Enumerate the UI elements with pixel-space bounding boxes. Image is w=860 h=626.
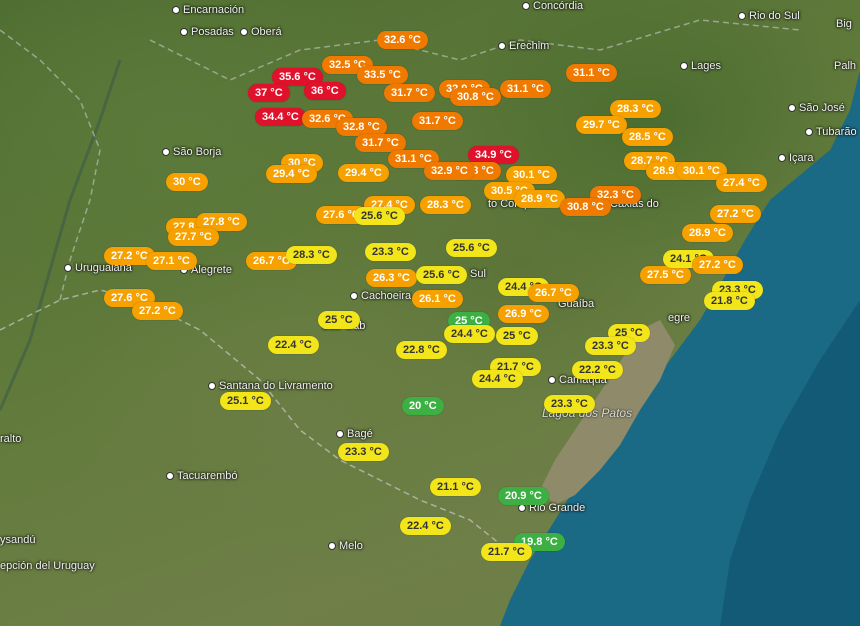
place-label: Concórdia [522,0,583,12]
temperature-marker[interactable]: 26.3 °C [366,269,417,287]
place-label: Içara [778,152,813,164]
place-label: Melo [328,540,363,552]
temperature-marker[interactable]: 30.8 °C [450,88,501,106]
temperature-marker[interactable]: 27.2 °C [132,302,183,320]
place-label: Santana do Livramento [208,380,333,392]
temperature-marker[interactable]: 23.3 °C [585,337,636,355]
temperature-marker[interactable]: 36 °C [304,82,346,100]
temperature-marker[interactable]: 31.7 °C [384,84,435,102]
temperature-marker[interactable]: 30 °C [166,173,208,191]
temperature-marker[interactable]: 27.2 °C [692,256,743,274]
place-label: ralto [0,433,22,445]
temperature-marker[interactable]: 21.7 °C [481,543,532,561]
temperature-marker[interactable]: 22.2 °C [572,361,623,379]
place-label: Oberá [240,26,282,38]
temperature-marker[interactable]: 24.4 °C [444,325,495,343]
temperature-marker[interactable]: 23.3 °C [365,243,416,261]
temperature-marker[interactable]: 21.1 °C [430,478,481,496]
temperature-marker[interactable]: 22.4 °C [268,336,319,354]
temperature-marker[interactable]: 25.6 °C [416,266,467,284]
place-label: epción del Uruguay [0,560,95,572]
temperature-marker[interactable]: 37 °C [248,84,290,102]
temperature-marker[interactable]: 20 °C [402,397,444,415]
place-label: Big [836,18,852,30]
temperature-marker[interactable]: 22.4 °C [400,517,451,535]
temperature-marker[interactable]: 25 °C [318,311,360,329]
temperature-marker[interactable]: 23.3 °C [338,443,389,461]
temperature-marker[interactable]: 25.6 °C [446,239,497,257]
place-label: ysandú [0,534,36,546]
weather-map[interactable]: Encarnación Posadas Oberá Concórdia Rio … [0,0,860,626]
place-label: Cachoeira [350,290,411,302]
temperature-marker[interactable]: 34.4 °C [255,108,306,126]
temperature-marker[interactable]: 30.8 °C [560,198,611,216]
temperature-marker[interactable]: 29.4 °C [338,164,389,182]
temperature-marker[interactable]: 23.3 °C [544,395,595,413]
place-label: Encarnación [172,4,244,16]
place-label: Erechim [498,40,549,52]
temperature-marker[interactable]: 32.9 °C [424,162,475,180]
temperature-marker[interactable]: 27.1 °C [146,252,197,270]
temperature-marker[interactable]: 24.4 °C [472,370,523,388]
temperature-marker[interactable]: 25.6 °C [354,207,405,225]
temperature-marker[interactable]: 25.1 °C [220,392,271,410]
temperature-marker[interactable]: 27.5 °C [640,266,691,284]
temperature-marker[interactable]: 32.6 °C [377,31,428,49]
temperature-marker[interactable]: 29.4 °C [266,165,317,183]
border-line-west [0,29,101,301]
place-label: Tacuarembó [166,470,238,482]
place-label: Palh [834,60,857,72]
temperature-marker[interactable]: 28.9 °C [682,224,733,242]
place-label: Lages [680,60,721,72]
temperature-marker[interactable]: 26.9 °C [498,305,549,323]
place-label: São Borja [162,146,221,158]
temperature-marker[interactable]: 31.7 °C [412,112,463,130]
temperature-marker[interactable]: 33.5 °C [357,66,408,84]
temperature-marker[interactable]: 28.3 °C [286,246,337,264]
temperature-marker[interactable]: 20.9 °C [498,487,549,505]
temperature-marker[interactable]: 27.4 °C [716,174,767,192]
temperature-marker[interactable]: 26.1 °C [412,290,463,308]
temperature-marker[interactable]: 31.1 °C [566,64,617,82]
temperature-marker[interactable]: 28.3 °C [420,196,471,214]
place-label: Tubarão [805,126,857,138]
place-label: Sul [470,268,486,280]
temperature-marker[interactable]: 27.7 °C [168,228,219,246]
place-label: Posadas [180,26,234,38]
temperature-marker[interactable]: 28.5 °C [622,128,673,146]
temperature-marker[interactable]: 21.8 °C [704,292,755,310]
temperature-marker[interactable]: 26.7 °C [528,284,579,302]
temperature-marker[interactable]: 29.7 °C [576,116,627,134]
temperature-marker[interactable]: 31.1 °C [500,80,551,98]
place-label: São José [788,102,845,114]
temperature-marker[interactable]: 27.2 °C [710,205,761,223]
place-label: egre [668,312,691,324]
river [0,59,122,411]
temperature-marker[interactable]: 22.8 °C [396,341,447,359]
temperature-marker[interactable]: 28.9 °C [514,190,565,208]
place-label: Bagé [336,428,373,440]
temperature-marker[interactable]: 25 °C [496,327,538,345]
place-label: Rio do Sul [738,10,800,22]
